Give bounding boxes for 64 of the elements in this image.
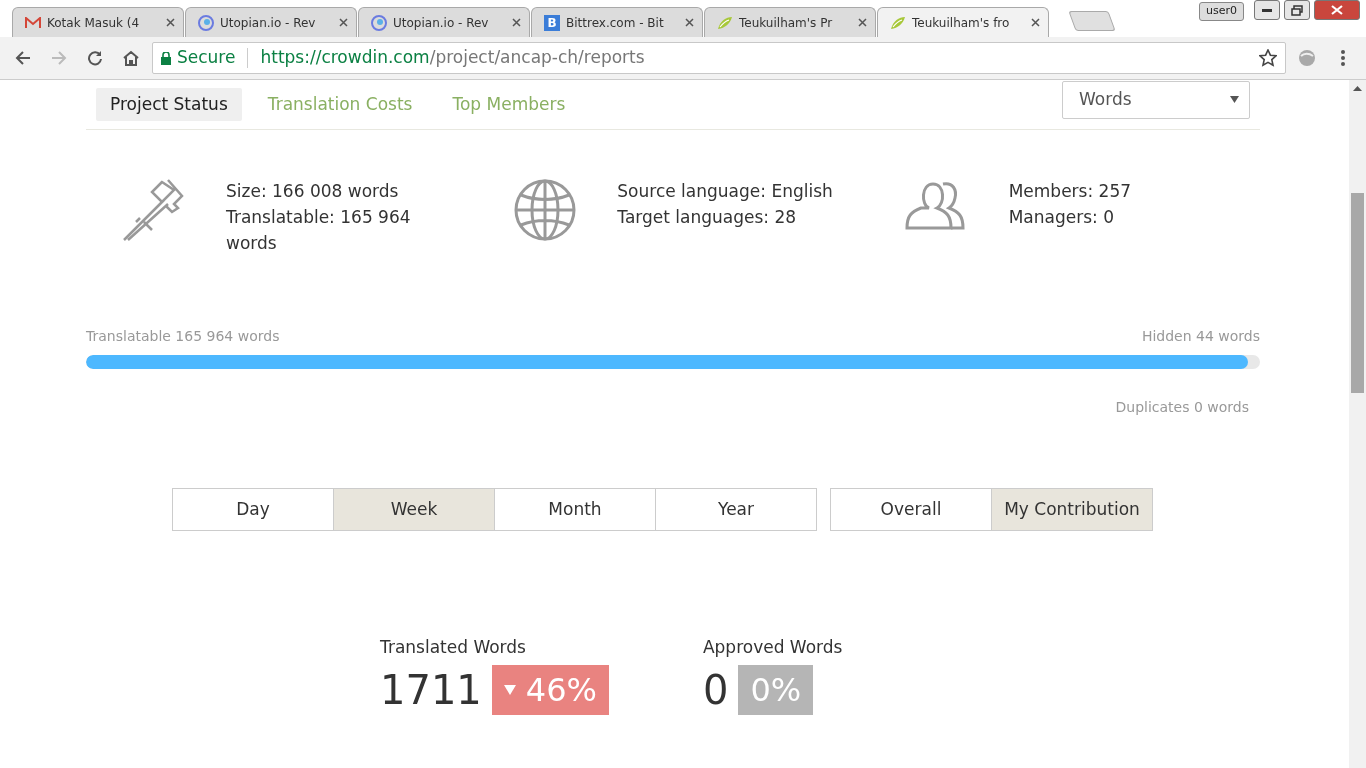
back-icon[interactable] bbox=[15, 50, 31, 66]
stat-text: Size: 166 008 words bbox=[226, 180, 400, 203]
restore-button[interactable] bbox=[1284, 0, 1310, 20]
scope-button[interactable]: Overall bbox=[830, 488, 992, 531]
mail-icon bbox=[25, 16, 41, 29]
scroll-thumb[interactable] bbox=[1351, 193, 1364, 393]
progress-label: Translatable 165 964 words bbox=[86, 327, 280, 346]
change-badge: 0% bbox=[738, 664, 814, 715]
stat-text: Source language: English bbox=[617, 180, 834, 203]
stat-label: Translated Words bbox=[380, 636, 527, 659]
star-icon[interactable] bbox=[1259, 49, 1277, 67]
close-icon[interactable] bbox=[166, 18, 175, 27]
down-triangle-icon bbox=[503, 684, 516, 695]
close-button[interactable] bbox=[1314, 0, 1360, 20]
period-button[interactable]: Month bbox=[494, 488, 656, 531]
stat-text: Target languages: 28 bbox=[617, 206, 798, 229]
browser-tab[interactable]: Kotak Masuk (4 bbox=[12, 7, 184, 37]
close-icon[interactable] bbox=[512, 18, 521, 27]
browser-tab[interactable]: Teukuilham's fro bbox=[877, 7, 1049, 37]
home-icon[interactable] bbox=[122, 50, 140, 66]
profile-badge[interactable]: user0 bbox=[1199, 2, 1244, 21]
leaf-icon bbox=[717, 15, 733, 30]
stat-text: Translatable: 165 964 words bbox=[226, 206, 412, 255]
caret-icon bbox=[1230, 96, 1239, 103]
period-button[interactable]: Year bbox=[655, 488, 817, 531]
close-icon bbox=[1331, 5, 1343, 15]
stat-label: Approved Words bbox=[702, 636, 843, 659]
reload-icon[interactable] bbox=[87, 50, 103, 66]
unit-select[interactable]: Words bbox=[1062, 80, 1250, 119]
browser-tab[interactable]: Utopian.io - Rev bbox=[358, 7, 530, 37]
period-button[interactable]: Day bbox=[172, 488, 334, 531]
close-icon[interactable] bbox=[339, 18, 348, 27]
scope-button[interactable]: My Contribution bbox=[991, 488, 1153, 531]
stat-text: Members: 257 bbox=[1008, 180, 1133, 203]
calipers-icon bbox=[122, 178, 184, 242]
duplicates-text: Duplicates 0 words bbox=[1115, 399, 1249, 415]
stat-value: 1711 bbox=[380, 669, 482, 710]
address-bar[interactable]: Secure https://crowdin.com/project/ancap-ch/reports bbox=[152, 42, 1286, 74]
minimize-icon bbox=[1262, 8, 1272, 12]
globe-icon bbox=[513, 178, 578, 242]
scrollbar[interactable] bbox=[1349, 80, 1366, 768]
swirl-icon bbox=[198, 14, 214, 31]
close-icon[interactable] bbox=[1031, 18, 1040, 27]
browser-tab[interactable]: Teukuilham's Pr bbox=[704, 7, 876, 37]
stat-text: Managers: 0 bbox=[1008, 206, 1115, 229]
favicon: B bbox=[544, 14, 560, 31]
restore-icon bbox=[1291, 4, 1303, 16]
swirl-icon bbox=[371, 14, 387, 31]
change-badge: 46% bbox=[491, 664, 609, 715]
menu-icon[interactable] bbox=[1341, 50, 1345, 66]
scroll-up-icon[interactable] bbox=[1353, 86, 1362, 91]
minimize-button[interactable] bbox=[1254, 0, 1280, 20]
url-text: https://crowdin.com/project/ancap-ch/reports bbox=[260, 46, 645, 70]
browser-tab[interactable]: Utopian.io - Rev bbox=[185, 7, 357, 37]
report-tab[interactable]: Project Status bbox=[96, 87, 242, 122]
security-label: Secure bbox=[177, 46, 236, 70]
close-icon[interactable] bbox=[858, 18, 867, 27]
period-button[interactable]: Week bbox=[333, 488, 495, 531]
close-icon[interactable] bbox=[685, 18, 694, 27]
progress-label: Hidden 44 words bbox=[1141, 327, 1260, 346]
browser-tab[interactable]: B Bittrex.com - Bit bbox=[531, 7, 703, 37]
leaf-icon bbox=[890, 15, 906, 30]
stat-value: 0 bbox=[702, 669, 729, 710]
lock-icon bbox=[161, 51, 171, 65]
